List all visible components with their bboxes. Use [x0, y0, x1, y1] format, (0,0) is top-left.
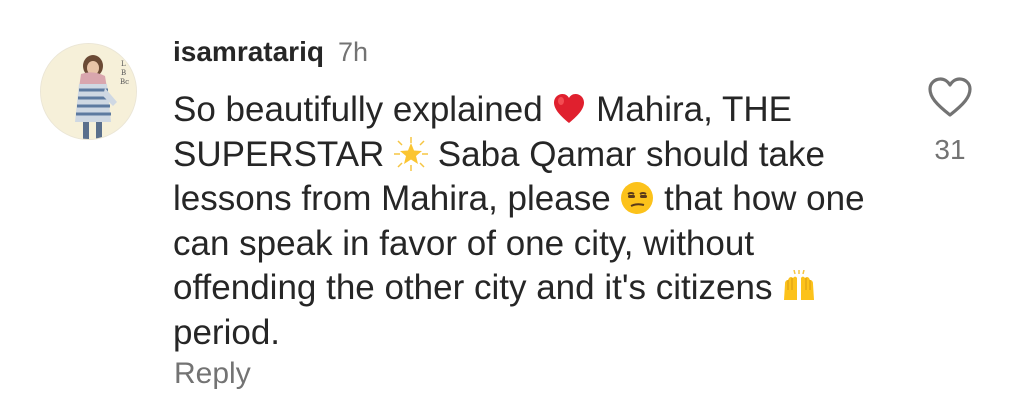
like-count: 31	[934, 134, 966, 165]
username[interactable]: isamratariq	[173, 36, 324, 68]
red-heart-emoji	[552, 92, 586, 126]
comment-text: So beautifully explained Mahira, THE SUP…	[173, 88, 893, 355]
comment: L B Bc isamratariq 7h So beautifully exp…	[0, 0, 1024, 417]
svg-text:L: L	[121, 60, 126, 68]
svg-text:Bc: Bc	[120, 78, 129, 86]
raising-hands-emoji	[782, 270, 816, 304]
reply-button[interactable]: Reply	[174, 357, 251, 391]
comment-text-part: So beautifully explained	[173, 90, 553, 129]
svg-text:B: B	[121, 69, 126, 77]
glowing-star-emoji	[394, 136, 429, 171]
comment-header: isamratariq 7h	[173, 36, 368, 70]
unamused-face-emoji	[620, 181, 654, 215]
heart-outline-icon[interactable]	[927, 76, 973, 118]
comment-text-part: period.	[173, 312, 281, 352]
timestamp: 7h	[337, 37, 369, 67]
avatar[interactable]: L B Bc	[40, 43, 137, 140]
